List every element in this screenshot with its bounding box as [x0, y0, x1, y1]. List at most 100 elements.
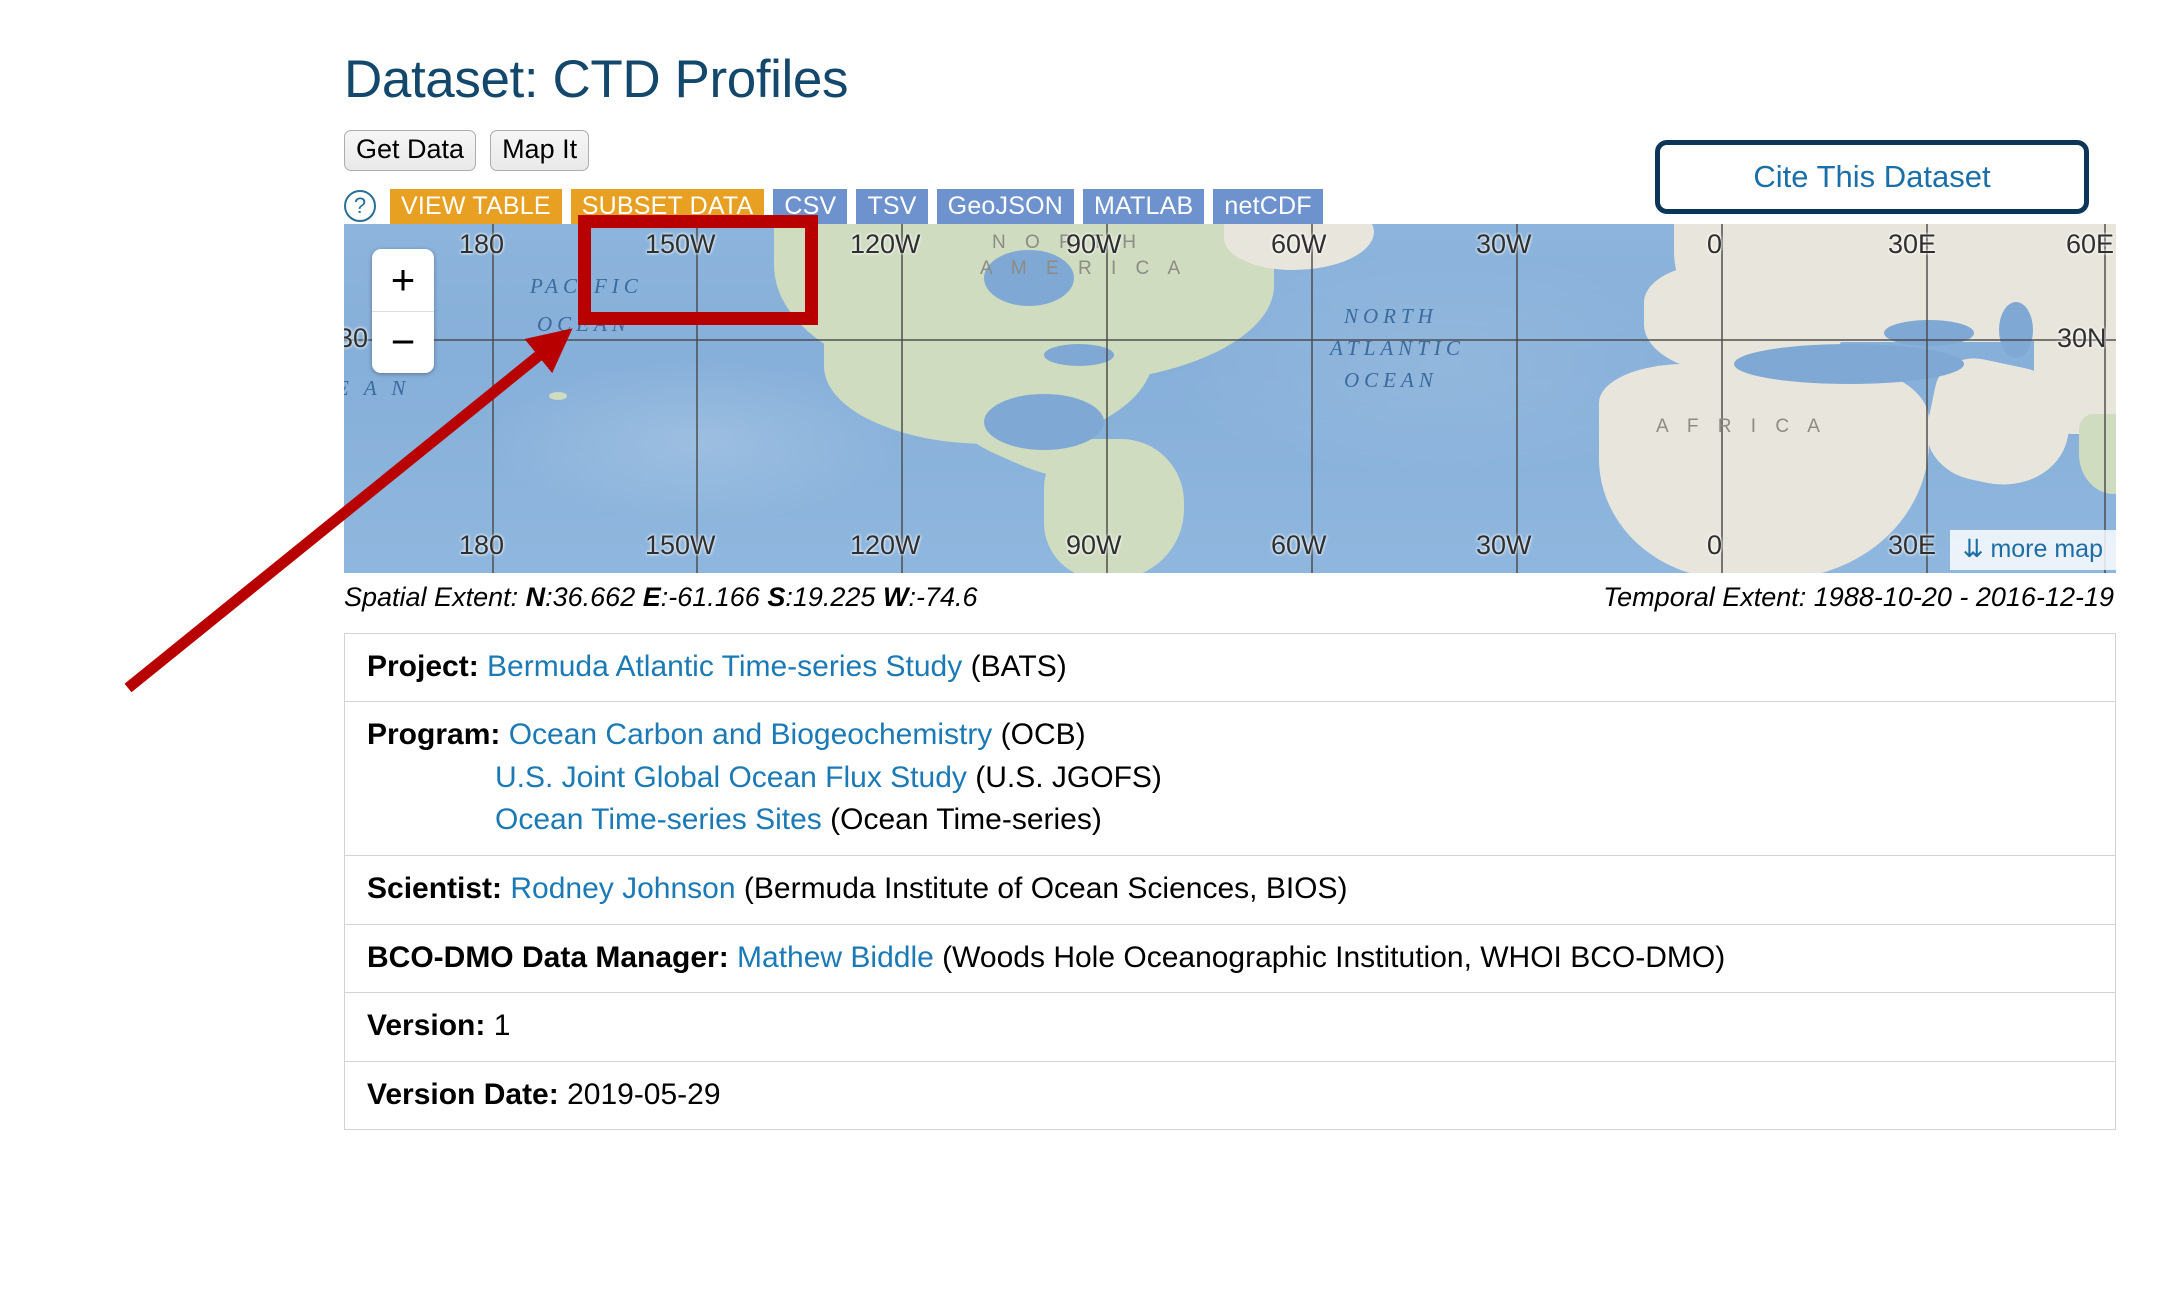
lon-label-bottom-150w: 150W [645, 529, 716, 560]
lat-label-left-30n: 30 [344, 322, 369, 353]
view-table-button[interactable]: VIEW TABLE [390, 188, 562, 224]
data-manager-key: BCO-DMO Data Manager: [367, 940, 729, 974]
geojson-button[interactable]: GeoJSON [936, 188, 1075, 224]
lon-label-top-120w: 120W [850, 228, 921, 259]
gridline-lon-150w [696, 223, 698, 573]
program-suffix-2: (U.S. JGOFS) [975, 760, 1162, 794]
program-line-2: U.S. Joint Global Ocean Flux Study (U.S.… [367, 760, 2093, 797]
lon-label-top-0: 0 [1707, 228, 1723, 259]
project-suffix: (BATS) [970, 649, 1067, 683]
table-row-project: Project: Bermuda Atlantic Time-series St… [345, 634, 2115, 703]
program-key: Program: [367, 718, 501, 752]
table-row-data-manager: BCO-DMO Data Manager: Mathew Biddle (Woo… [345, 925, 2115, 994]
gridline-lat-30n [344, 338, 2116, 341]
zoom-in-icon[interactable]: + [372, 249, 434, 311]
version-key: Version: [367, 1009, 486, 1043]
sea-caspian [1999, 301, 2033, 358]
version-date-value: 2019-05-29 [567, 1077, 721, 1111]
gridline-lon-180 [492, 223, 494, 573]
program-suffix-1: (OCB) [1000, 718, 1086, 752]
cite-this-dataset-button[interactable]: Cite This Dataset [1655, 140, 2089, 214]
table-row-program: Program: Ocean Carbon and Biogeochemistr… [345, 702, 2115, 857]
version-value: 1 [493, 1009, 511, 1043]
program-link-3[interactable]: Ocean Time-series Sites [495, 803, 822, 836]
table-row-scientist: Scientist: Rodney Johnson (Bermuda Insti… [345, 856, 2115, 925]
scientist-key: Scientist: [367, 872, 503, 906]
map-it-button[interactable]: Map It [490, 129, 590, 171]
lon-label-top-150w: 150W [645, 228, 716, 259]
csv-button[interactable]: CSV [773, 188, 848, 224]
dataset-page: Dataset: CTD Profiles Get Data Map It ? … [0, 0, 2165, 1295]
temporal-extent-value: 1988-10-20 - 2016-12-19 [1813, 581, 2114, 612]
gridline-lon-60e [2104, 223, 2106, 573]
spatial-extent-s-key: S [767, 581, 786, 612]
lon-label-top-90w: 90W [1066, 228, 1122, 259]
sea-gulf-of-mexico [984, 393, 1104, 450]
sea-great-lakes [1044, 343, 1114, 366]
extent-row: Spatial Extent: N:36.662 E:-61.166 S:19.… [344, 582, 2116, 613]
lon-label-bottom-180: 180 [459, 529, 505, 560]
land-hawaii [549, 391, 567, 400]
map-tiles: N O R T H A M E R I C A PACIFIC OCEAN NO… [344, 223, 2116, 573]
tsv-button[interactable]: TSV [856, 188, 928, 224]
get-data-button[interactable]: Get Data [344, 129, 477, 171]
lon-label-bottom-120w: 120W [850, 529, 921, 560]
project-link[interactable]: Bermuda Atlantic Time-series Study [487, 650, 962, 683]
version-date-key: Version Date: [367, 1077, 559, 1111]
spatial-extent-n-key: N [525, 581, 546, 612]
spatial-extent-w-value: :-74.6 [908, 581, 978, 612]
scientist-link[interactable]: Rodney Johnson [510, 872, 735, 905]
gridline-lon-60w [1311, 223, 1313, 573]
lon-label-top-180: 180 [459, 228, 505, 259]
spatial-extent-w-key: W [882, 581, 909, 612]
temporal-extent-label: Temporal Extent: [1603, 581, 1807, 612]
lon-label-bottom-90w: 90W [1066, 529, 1122, 560]
netcdf-button[interactable]: netCDF [1213, 188, 1323, 224]
program-link-1[interactable]: Ocean Carbon and Biogeochemistry [509, 718, 993, 751]
map-label-indian-ocean: E A N [344, 375, 411, 400]
lat-label-right-30n: 30N [2057, 322, 2107, 353]
lon-label-top-30w: 30W [1476, 228, 1532, 259]
gridline-lon-30e [1926, 223, 1928, 573]
matlab-button[interactable]: MATLAB [1083, 188, 1205, 224]
table-row-version-date: Version Date: 2019-05-29 [345, 1062, 2115, 1131]
dataset-map[interactable]: N O R T H A M E R I C A PACIFIC OCEAN NO… [344, 223, 2116, 573]
gridline-lon-120w [901, 223, 903, 573]
gridline-lon-30w [1516, 223, 1518, 573]
map-label-atlantic-2: ATLANTIC [1330, 335, 1465, 360]
map-label-africa: A F R I C A [1656, 415, 1827, 437]
data-manager-link[interactable]: Mathew Biddle [737, 941, 934, 974]
data-manager-suffix: (Woods Hole Oceanographic Institution, W… [942, 940, 1726, 974]
program-suffix-3: (Ocean Time-series) [830, 803, 1102, 837]
program-line-3: Ocean Time-series Sites (Ocean Time-seri… [367, 802, 2093, 839]
lon-label-top-30e: 30E [1888, 228, 1937, 259]
lon-label-bottom-60w: 60W [1271, 529, 1327, 560]
spatial-extent-label: Spatial Extent: [344, 581, 519, 612]
map-label-atlantic-3: OCEAN [1344, 367, 1438, 392]
spatial-extent-s-value: :19.225 [785, 581, 876, 612]
map-label-pacific-1: PACIFIC [530, 273, 643, 298]
sea-mediterranean [1734, 343, 1964, 384]
spatial-extent-n-value: :36.662 [545, 581, 636, 612]
scientist-suffix: (Bermuda Institute of Ocean Sciences, BI… [743, 872, 1348, 906]
temporal-extent: Temporal Extent: 1988-10-20 - 2016-12-19 [1603, 582, 2114, 613]
map-label-north-america-2: A M E R I C A [980, 257, 1188, 279]
spatial-extent: Spatial Extent: N:36.662 E:-61.166 S:19.… [344, 582, 978, 613]
lon-label-bottom-30w: 30W [1476, 529, 1532, 560]
zoom-out-icon[interactable]: − [372, 310, 434, 373]
lon-label-top-60w: 60W [1271, 228, 1327, 259]
question-mark-circle-icon[interactable]: ? [344, 190, 376, 223]
more-map-link[interactable]: ⇊ more map [1949, 529, 2116, 570]
map-zoom-control: + − [372, 248, 434, 373]
project-key: Project: [367, 649, 479, 683]
lon-label-bottom-30e: 30E [1888, 529, 1937, 560]
subset-data-button[interactable]: SUBSET DATA [570, 188, 765, 224]
spatial-extent-e-key: E [642, 581, 661, 612]
gridline-lon-0 [1721, 223, 1723, 573]
spatial-extent-e-value: :-61.166 [660, 581, 760, 612]
dataset-info-table: Project: Bermuda Atlantic Time-series St… [344, 632, 2116, 1131]
land-africa [1599, 363, 1929, 573]
table-row-version: Version: 1 [345, 993, 2115, 1062]
page-title: Dataset: CTD Profiles [344, 50, 849, 109]
program-link-2[interactable]: U.S. Joint Global Ocean Flux Study [495, 761, 967, 794]
